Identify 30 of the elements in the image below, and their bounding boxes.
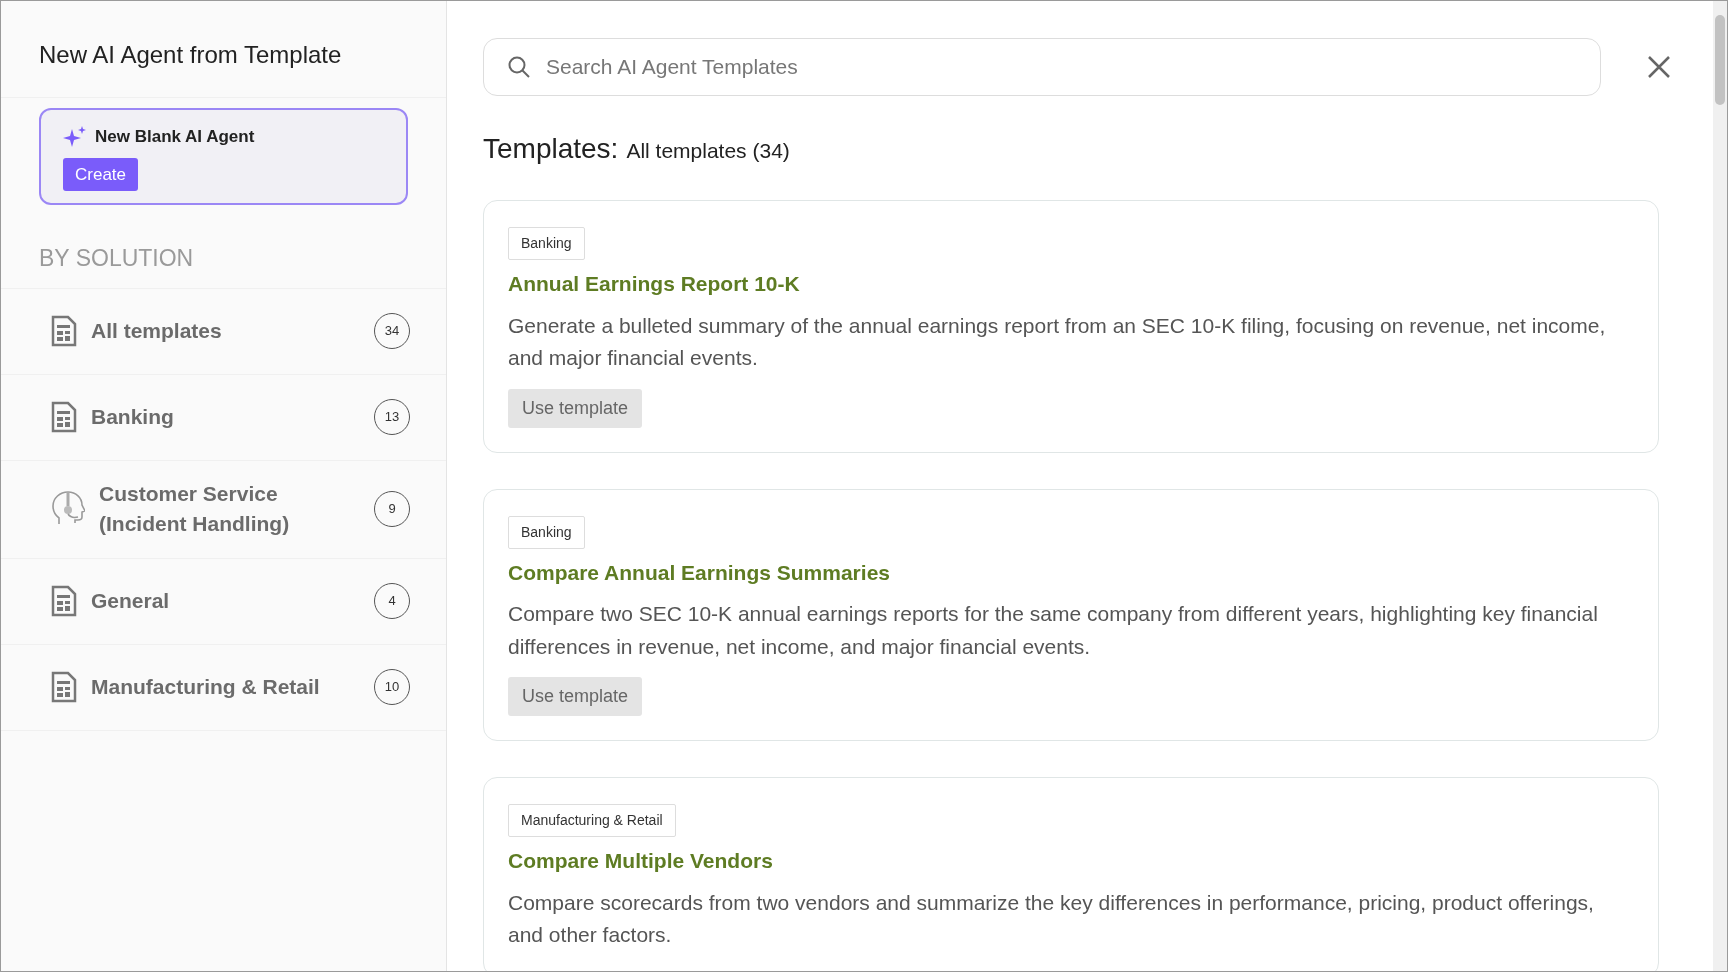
blank-agent-label: New Blank AI Agent xyxy=(95,126,255,148)
template-description: Compare scorecards from two vendors and summarize the key differences in performance, pricing, product offerings, and other factors. xyxy=(508,889,1595,949)
category-tag: Banking xyxy=(508,515,585,549)
template-description: Compare two SEC 10-K annual earnings reports for the same company from different years, highlighting key financial differences in revenue, net income, and major financial events. xyxy=(508,601,1599,660)
document-icon xyxy=(51,585,77,617)
search-field[interactable]: Search AI Agent Templates xyxy=(483,38,1601,96)
document-icon xyxy=(51,671,77,703)
filter-label: All templates (34) xyxy=(626,138,790,164)
document-icon xyxy=(51,401,77,433)
sidebar-item[interactable]: Customer Service (Incident Handling) 9 xyxy=(1,460,446,559)
close-icon xyxy=(1647,55,1671,80)
category-tag: Manufacturing & Retail xyxy=(508,804,676,838)
use-template-button[interactable]: Use template xyxy=(508,388,643,428)
create-button[interactable]: Create xyxy=(63,157,139,191)
document-icon xyxy=(51,315,77,347)
section-title: Templates: xyxy=(483,132,619,166)
scrollbar[interactable] xyxy=(1713,1,1727,971)
category-tag: Banking xyxy=(508,227,585,260)
section-heading: BY SOLUTION xyxy=(1,205,446,289)
sidebar-item[interactable]: All templates 34 xyxy=(1,288,446,375)
panel-title: New AI Agent from Template xyxy=(1,1,446,98)
sidebar-item[interactable]: General 4 xyxy=(1,558,446,645)
sidebar-item[interactable]: Manufacturing & Retail 10 xyxy=(1,644,446,731)
template-description: Generate a bulleted summary of the annual earnings report from an SEC 10-K filing, focusing on revenue, net income, and major financial events. xyxy=(508,312,1607,372)
use-template-button[interactable]: Use template xyxy=(508,677,643,717)
template-title: Annual Earnings Report 10-K xyxy=(508,271,801,297)
template-title: Compare Annual Earnings Summaries xyxy=(508,559,891,586)
template-title: Compare Multiple Vendors xyxy=(508,848,774,875)
sidebar-item[interactable]: Banking 13 xyxy=(1,374,446,461)
scrollbar-thumb[interactable] xyxy=(1715,15,1725,105)
